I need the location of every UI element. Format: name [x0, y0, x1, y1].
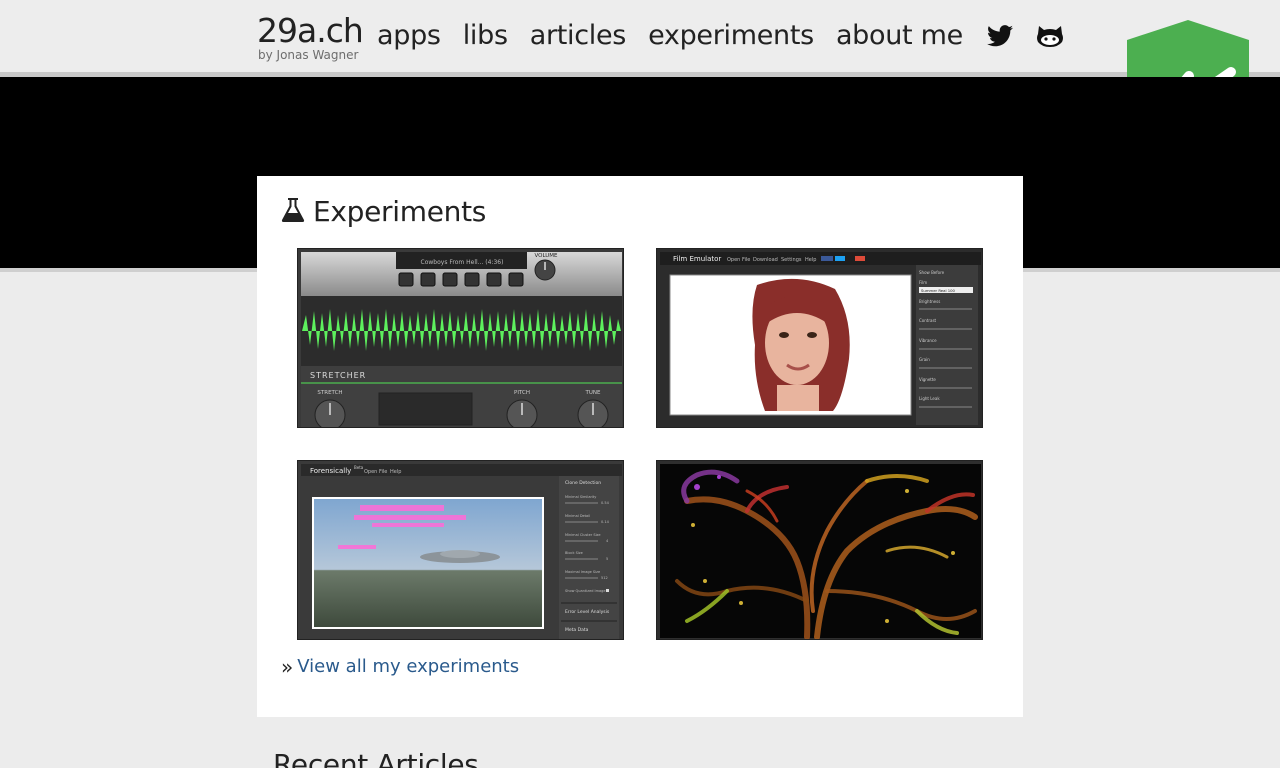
stretcher-knob-pitch: PITCH — [514, 390, 530, 396]
forensically-value-detail: 0.14 — [601, 520, 610, 524]
film-menu-settings: Settings — [781, 257, 802, 263]
view-all-experiments: » View all my experiments — [281, 656, 519, 677]
experiments-title: Experiments — [313, 195, 487, 228]
film-panel-film: Film — [919, 280, 927, 285]
nav-experiments[interactable]: experiments — [648, 16, 814, 56]
forensically-panel-detail: Minimal Detail — [565, 514, 590, 518]
site-title: 29a.ch — [257, 11, 364, 50]
film-panel-film-value: Summer Real 100 — [921, 288, 956, 293]
forensically-value-block: 5 — [606, 557, 608, 561]
forensically-panel-clone: Clone Detection — [565, 480, 601, 486]
forensically-panel-block: Block Size — [565, 551, 583, 555]
film-panel-grain: Grain — [919, 357, 930, 362]
forensically-panel-cluster: Minimal Cluster Size — [565, 533, 601, 537]
film-panel-vignette: Vignette — [919, 377, 936, 382]
forensically-panel-metadata: Meta Data — [565, 627, 589, 633]
film-menu-download: Download — [753, 257, 778, 263]
experiments-heading: Experiments — [281, 194, 486, 230]
nav-apps[interactable]: apps — [377, 16, 441, 56]
film-app-title: Film Emulator — [673, 255, 721, 263]
double-chevron-right-icon: » — [281, 654, 294, 679]
film-panel-show-before: Show Before — [919, 270, 945, 275]
stretcher-knob-tune: TUNE — [585, 390, 601, 396]
nav-about-me[interactable]: about me — [836, 16, 963, 56]
forensically-panel-quantized: Show Quantized Image — [565, 589, 606, 593]
film-menu-open: Open File — [727, 257, 750, 263]
nav-libs[interactable]: libs — [463, 16, 508, 56]
forensically-beta: Beta — [354, 465, 364, 470]
forensically-menu-open: Open File — [364, 469, 387, 475]
site-logo-link[interactable]: 29a.ch by Jonas Wagner — [257, 11, 364, 62]
experiment-thumb-forensically[interactable]: Forensically Beta Open File Help Clone D… — [297, 460, 624, 640]
forensically-app-title: Forensically — [310, 467, 351, 475]
stretcher-app-label: STRETCHER — [310, 371, 366, 380]
recent-articles-heading: Recent Articles — [273, 748, 479, 768]
forensically-value-similarity: 0.54 — [601, 501, 610, 505]
stretcher-track-label: Cowboys From Hell... (4:36) — [421, 259, 504, 266]
stretcher-volume-label: VOLUME — [534, 253, 558, 259]
film-panel-light-leak: Light Leak — [919, 396, 940, 401]
twitter-icon[interactable] — [985, 21, 1015, 51]
experiment-thumb-fluid[interactable] — [656, 460, 983, 640]
site-byline: by Jonas Wagner — [258, 48, 359, 62]
nav-articles[interactable]: articles — [530, 16, 627, 56]
main-nav: apps libs articles experiments about me — [377, 16, 1085, 56]
forensically-panel-image-size: Maximal Image Size — [565, 570, 600, 574]
experiments-card: Experiments Cowboys From Hell... (4:36) … — [257, 176, 1023, 717]
stretcher-knob-stretch: STRETCH — [317, 390, 342, 396]
view-all-experiments-link[interactable]: View all my experiments — [297, 656, 519, 677]
forensically-menu-help: Help — [390, 469, 401, 475]
film-menu-help: Help — [805, 257, 816, 263]
github-icon[interactable] — [1035, 21, 1065, 51]
film-panel-vibrance: Vibrance — [919, 338, 937, 343]
forensically-panel-ela: Error Level Analysis — [565, 609, 610, 615]
film-panel-brightness: Brightness — [919, 299, 940, 304]
forensically-panel-similarity: Minimal Similarity — [565, 495, 596, 499]
flask-icon — [281, 197, 305, 227]
experiment-thumb-stretcher[interactable]: Cowboys From Hell... (4:36) VOLUME STRET… — [297, 248, 624, 428]
experiment-thumb-film-emulator[interactable]: Film Emulator Open File Download Setting… — [656, 248, 983, 428]
film-panel-contrast: Contrast — [919, 318, 937, 323]
forensically-value-image-size: 512 — [601, 576, 608, 580]
